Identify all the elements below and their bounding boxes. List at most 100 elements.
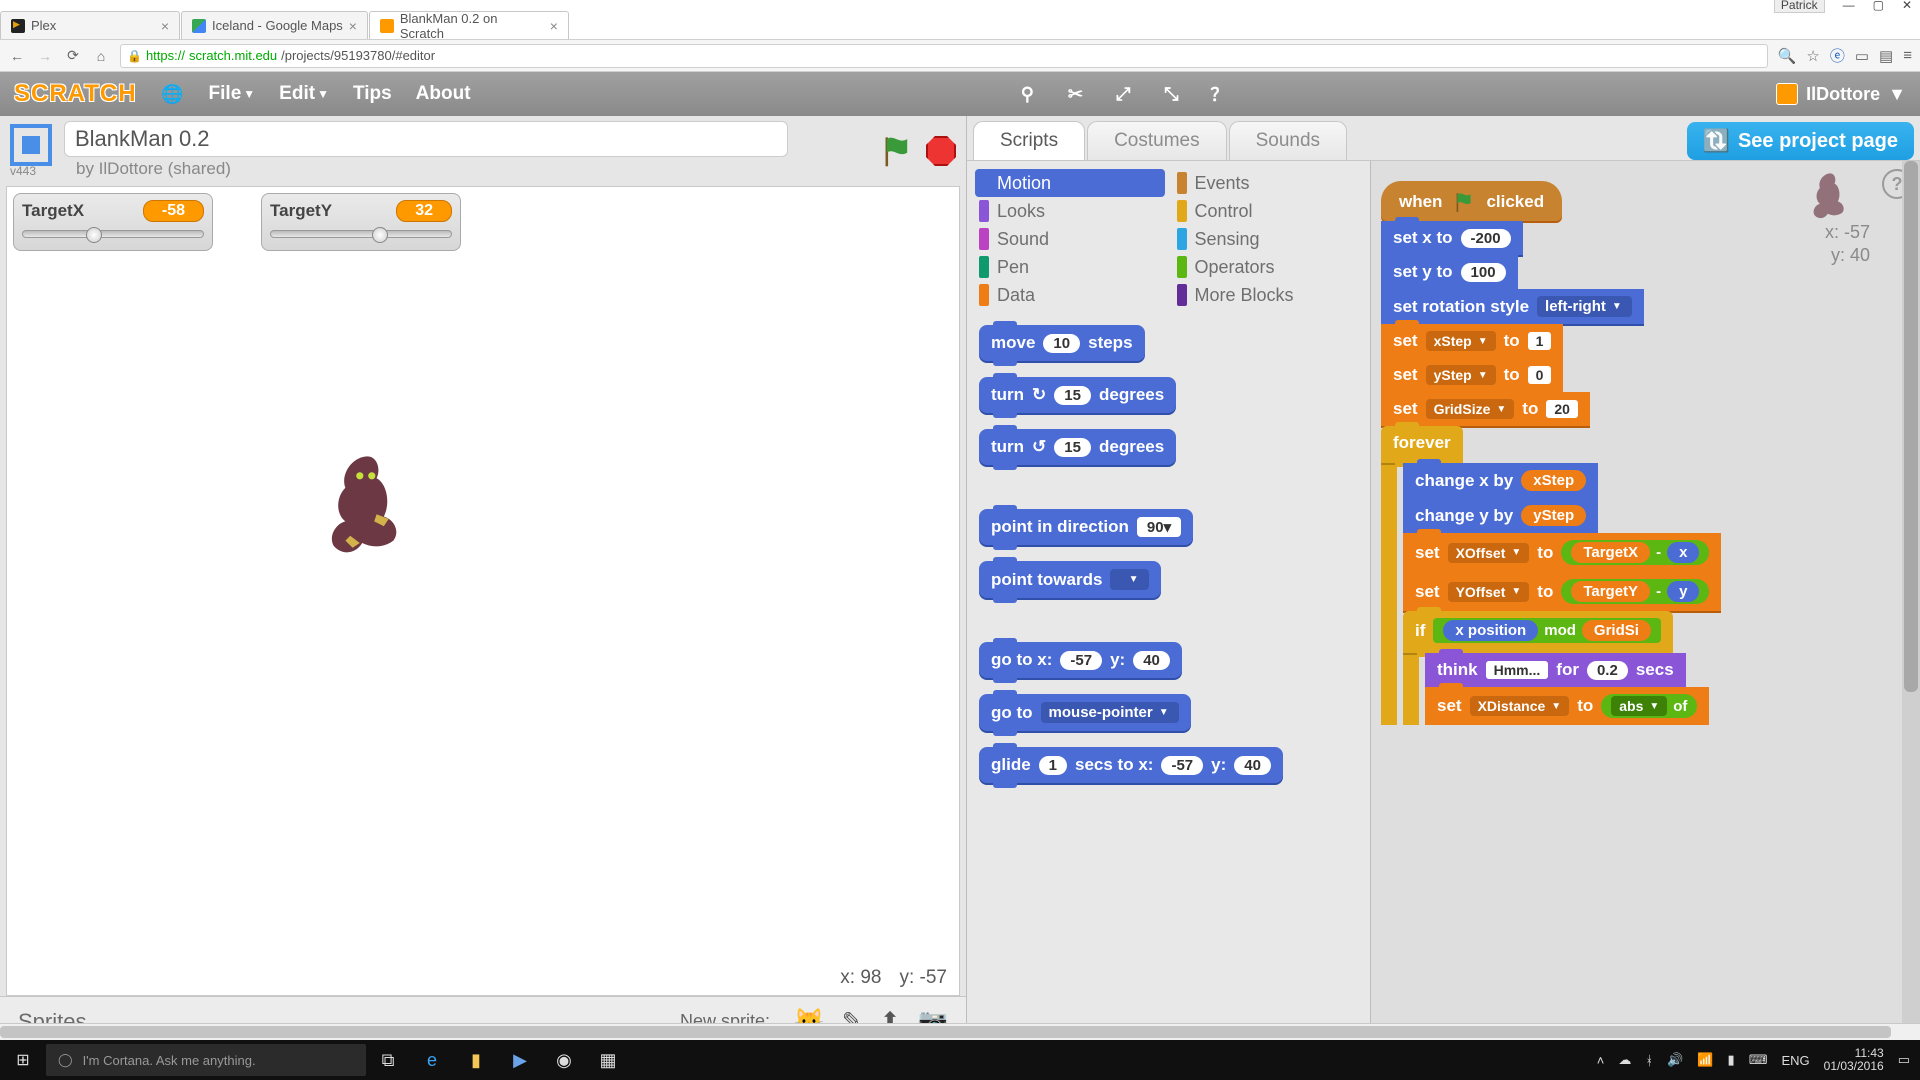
block-goto-xy[interactable]: go to x:-57y:40 xyxy=(979,642,1182,678)
block-palette[interactable]: move10steps turn↻15degrees turn↺15degree… xyxy=(967,313,1370,1046)
block-goto[interactable]: go tomouse-pointer xyxy=(979,694,1191,731)
nav-home[interactable]: ⌂ xyxy=(92,48,110,64)
scratch-logo[interactable]: SCRATCH xyxy=(14,80,137,108)
tray-volume-icon[interactable]: 🔊 xyxy=(1667,1052,1683,1068)
win-maximize[interactable]: ▢ xyxy=(1873,0,1884,12)
fullscreen-icon[interactable] xyxy=(10,124,52,166)
block-think[interactable]: thinkHmm...for0.2secs xyxy=(1425,653,1686,687)
nav-forward[interactable]: → xyxy=(36,48,54,64)
chrome-menu-icon[interactable]: ≡ xyxy=(1903,47,1912,64)
stamp-icon[interactable]: ⚲ xyxy=(1015,82,1039,106)
tab-close-icon[interactable]: × xyxy=(349,18,357,34)
start-button[interactable]: ⊞ xyxy=(0,1050,46,1070)
category-data[interactable]: Data xyxy=(975,281,1165,309)
url-field[interactable]: 🔒 https://scratch.mit.edu/projects/95193… xyxy=(120,44,1768,68)
user-menu[interactable]: IlDottore ▼ xyxy=(1776,83,1906,105)
taskbar-explorer-icon[interactable]: ▮ xyxy=(454,1050,498,1071)
stop-button[interactable] xyxy=(926,136,956,166)
block-set-rotation[interactable]: set rotation styleleft-right xyxy=(1381,289,1644,324)
tray-clock[interactable]: 11:4301/03/2016 xyxy=(1824,1047,1884,1073)
green-flag-button[interactable] xyxy=(880,134,914,168)
block-set-ystep[interactable]: setyStepto0 xyxy=(1381,358,1563,392)
task-view-icon[interactable]: ⧉ xyxy=(366,1050,410,1071)
bookmark-icon[interactable]: ☆ xyxy=(1806,47,1819,65)
tab-close-icon[interactable]: × xyxy=(550,18,558,34)
tab-scratch[interactable]: BlankMan 0.2 on Scratch × xyxy=(369,11,569,39)
block-glide[interactable]: glide1secs to x:-57y:40 xyxy=(979,747,1283,783)
taskbar-app-icon[interactable]: ▦ xyxy=(586,1050,630,1071)
category-control[interactable]: Control xyxy=(1173,197,1363,225)
globe-icon[interactable]: 🌐 xyxy=(161,82,185,106)
menu-edit[interactable]: Edit▼ xyxy=(279,83,329,105)
win-close[interactable]: ✕ xyxy=(1902,0,1912,12)
tab-sounds[interactable]: Sounds xyxy=(1229,121,1347,160)
block-set-gridsize[interactable]: setGridSizeto20 xyxy=(1381,392,1590,426)
category-looks[interactable]: Looks xyxy=(975,197,1165,225)
block-change-y[interactable]: change y byyStep xyxy=(1403,498,1598,533)
tray-battery-icon[interactable]: ▮ xyxy=(1728,1052,1735,1068)
grow-icon[interactable]: ⤢ xyxy=(1111,82,1135,106)
block-set-x[interactable]: set x to-200 xyxy=(1381,221,1523,255)
block-set-xoffset[interactable]: setXOffsetto TargetX - x xyxy=(1403,533,1721,572)
category-pen[interactable]: Pen xyxy=(975,253,1165,281)
block-point-direction[interactable]: point in direction90▾ xyxy=(979,509,1193,545)
monitor-slider[interactable] xyxy=(270,230,452,238)
tab-gmaps[interactable]: Iceland - Google Maps × xyxy=(181,11,368,39)
category-sound[interactable]: Sound xyxy=(975,225,1165,253)
block-point-towards[interactable]: point towards xyxy=(979,561,1161,598)
win-minimize[interactable]: — xyxy=(1843,0,1855,12)
block-turn-ccw[interactable]: turn↺15degrees xyxy=(979,429,1176,465)
taskbar-edge-icon[interactable]: e xyxy=(410,1050,454,1071)
menu-about[interactable]: About xyxy=(416,83,471,105)
tray-onedrive-icon[interactable]: ☁ xyxy=(1618,1052,1631,1068)
variable-monitor-targety[interactable]: TargetY 32 xyxy=(261,193,461,251)
category-operators[interactable]: Operators xyxy=(1173,253,1363,281)
help-icon[interactable]: ？ xyxy=(1207,82,1231,106)
block-set-xstep[interactable]: setxStepto1 xyxy=(1381,324,1563,358)
tab-close-icon[interactable]: × xyxy=(161,18,169,34)
sprite-on-stage[interactable] xyxy=(307,447,427,586)
block-if[interactable]: if x position mod GridSi xyxy=(1403,611,1673,653)
block-move-steps[interactable]: move10steps xyxy=(979,325,1145,361)
tray-network-icon[interactable]: 📶 xyxy=(1697,1052,1713,1068)
taskbar-store-icon[interactable]: ▶ xyxy=(498,1050,542,1071)
tab-costumes[interactable]: Costumes xyxy=(1087,121,1227,160)
nav-back[interactable]: ← xyxy=(8,48,26,64)
tray-keyboard-icon[interactable]: ⌨ xyxy=(1749,1052,1768,1068)
block-change-x[interactable]: change x byxStep xyxy=(1403,463,1598,498)
ext-clip-icon[interactable]: ▭ xyxy=(1855,47,1869,65)
scissors-icon[interactable]: ✂ xyxy=(1063,82,1087,106)
block-set-yoffset[interactable]: setYOffsetto TargetY - y xyxy=(1403,572,1721,611)
menu-tips[interactable]: Tips xyxy=(353,83,392,105)
tray-bluetooth-icon[interactable]: ᚼ xyxy=(1645,1053,1653,1068)
tray-lang[interactable]: ENG xyxy=(1781,1053,1809,1068)
tray-notifications-icon[interactable]: ▭ xyxy=(1898,1052,1910,1068)
category-motion[interactable]: Motion xyxy=(975,169,1165,197)
menu-file[interactable]: File▼ xyxy=(209,83,256,105)
monitor-slider[interactable] xyxy=(22,230,204,238)
block-when-flag-clicked[interactable]: when clicked xyxy=(1381,181,1562,221)
block-set-y[interactable]: set y to100 xyxy=(1381,255,1518,289)
taskbar-chrome-icon[interactable]: ◉ xyxy=(542,1050,586,1071)
ext-note-icon[interactable]: ▤ xyxy=(1879,47,1893,65)
tab-plex[interactable]: Plex × xyxy=(0,11,180,39)
cortana-search[interactable]: ◯ I'm Cortana. Ask me anything. xyxy=(46,1044,366,1076)
stage[interactable]: TargetX -58 TargetY 32 xyxy=(6,186,960,996)
shrink-icon[interactable]: ⤡ xyxy=(1159,82,1183,106)
project-title-input[interactable] xyxy=(64,121,788,157)
canvas-vscroll[interactable] xyxy=(1902,161,1920,1046)
tray-chevron-icon[interactable]: ˄ xyxy=(1597,1053,1605,1068)
category-moreblocks[interactable]: More Blocks xyxy=(1173,281,1363,309)
ext-ie-icon[interactable]: ⓔ xyxy=(1830,45,1845,66)
zoom-icon[interactable]: 🔍 xyxy=(1778,47,1797,65)
tab-scripts[interactable]: Scripts xyxy=(973,121,1085,160)
nav-reload[interactable]: ⟳ xyxy=(64,47,82,64)
script-canvas[interactable]: ? x: -57y: 40 when clicked set x to-200 … xyxy=(1371,161,1920,1046)
block-forever[interactable]: forever xyxy=(1381,426,1463,463)
see-project-page-button[interactable]: 🔃 See project page xyxy=(1687,122,1914,160)
variable-monitor-targetx[interactable]: TargetX -58 xyxy=(13,193,213,251)
category-sensing[interactable]: Sensing xyxy=(1173,225,1363,253)
block-turn-cw[interactable]: turn↻15degrees xyxy=(979,377,1176,413)
page-hscroll[interactable] xyxy=(0,1023,1920,1040)
category-events[interactable]: Events xyxy=(1173,169,1363,197)
